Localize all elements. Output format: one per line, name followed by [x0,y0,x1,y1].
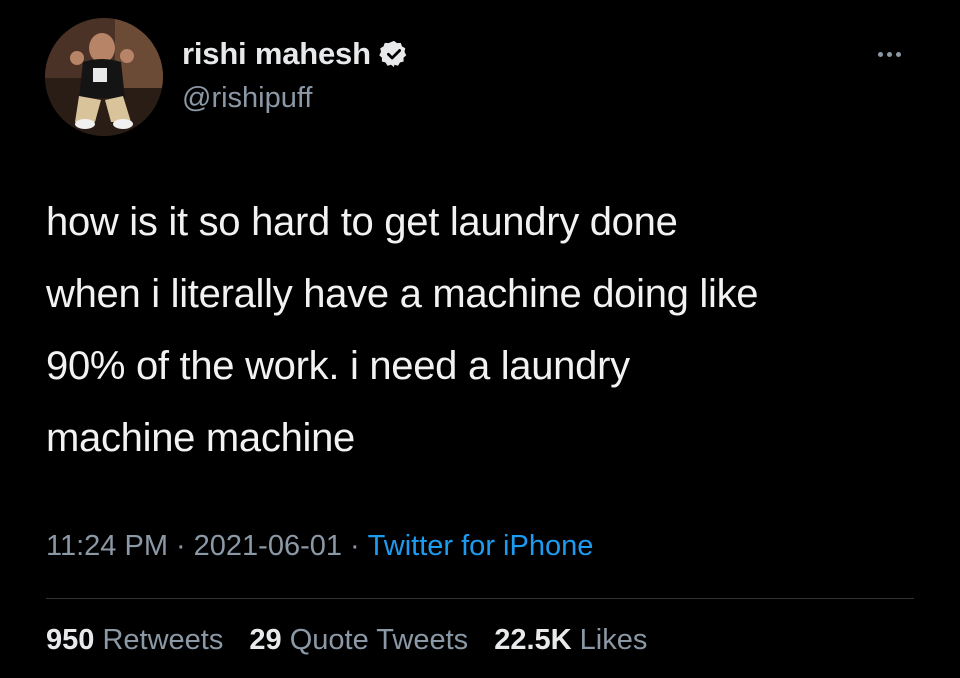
author-handle[interactable]: @rishipuff [182,82,312,115]
tweet-stats: 950 Retweets 29 Quote Tweets 22.5K Likes [46,624,665,657]
tweet-date[interactable]: 2021-06-01 [194,530,342,562]
divider [46,598,914,599]
retweets-count: 950 [46,624,95,656]
avatar-photo [45,18,163,136]
avatar[interactable] [45,18,163,136]
tweet-meta: 11:24 PM · 2021-06-01 · Twitter for iPhone [46,530,593,563]
likes-count: 22.5K [494,624,572,656]
tweet-source-link[interactable]: Twitter for iPhone [368,530,594,562]
quote-tweets-count: 29 [249,624,282,656]
more-options-icon[interactable] [868,44,910,64]
quote-tweets-label: Quote Tweets [289,624,469,656]
retweets-label: Retweets [102,624,224,656]
likes-stat[interactable]: 22.5K Likes [494,624,647,656]
tweet-time[interactable]: 11:24 PM [46,530,168,562]
meta-separator: · [350,530,360,562]
author-name-row[interactable]: rishi mahesh [182,36,409,72]
tweet-detail: rishi mahesh @rishipuff how is it so har… [0,0,960,678]
display-name[interactable]: rishi mahesh [182,36,371,72]
tweet-text-line: how is it so hard to get laundry done [46,200,678,244]
verified-badge-icon [379,39,409,69]
likes-label: Likes [579,624,648,656]
tweet-text: how is it so hard to get laundry done wh… [46,186,926,474]
quote-tweets-stat[interactable]: 29 Quote Tweets [249,624,468,656]
tweet-text-line: 90% of the work. i need a laundry [46,344,630,388]
tweet-text-line: machine machine [46,416,355,460]
retweets-stat[interactable]: 950 Retweets [46,624,223,656]
meta-separator: · [175,530,186,562]
tweet-text-line: when i literally have a machine doing li… [46,272,759,316]
